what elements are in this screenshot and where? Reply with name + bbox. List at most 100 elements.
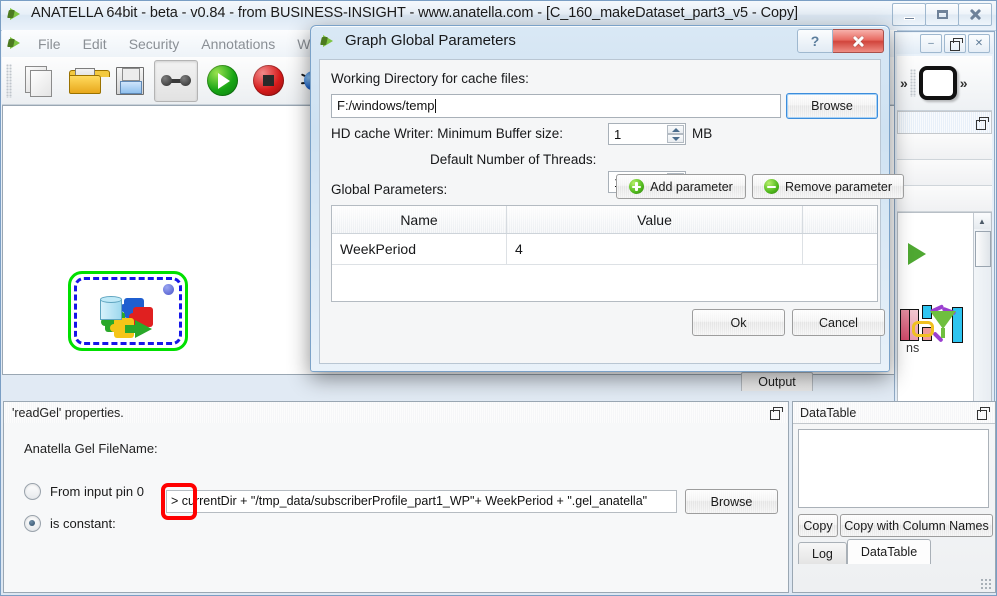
properties-panel-header: 'readGel' properties. [4,402,788,424]
stop-graph-button[interactable] [246,60,290,102]
dialog-title: Graph Global Parameters [345,32,516,49]
datatable-tabs: Log DataTable [798,539,932,564]
hd-cache-buffer-label: HD cache Writer: Minimum Buffer size: [331,126,564,141]
copy-button[interactable]: Copy [798,514,838,537]
mdi-panel-header [897,111,992,134]
tab-output[interactable]: Output [741,372,813,391]
scrollbar-thumb[interactable] [975,231,991,267]
dialog-close-button[interactable] [833,29,884,53]
spinner-down-icon[interactable] [667,134,684,143]
mdi-row[interactable] [897,134,992,160]
resize-grip[interactable] [980,578,991,589]
mdi-child-toolbar: » » [897,56,992,111]
rounded-rect-tool-icon[interactable] [918,66,957,100]
table-header-row: Name Value [332,206,877,234]
mdi-child-caption: – ✕ [896,33,993,54]
restore-icon [949,38,963,51]
gel-dataset-node-icon [97,296,163,338]
menu-file[interactable]: File [27,34,72,54]
anatella-logo-icon [8,7,25,22]
gel-filename-label: Anatella Gel FileName: [24,441,158,456]
menu-annotations[interactable]: Annotations [190,34,286,54]
properties-panel-title: 'readGel' properties. [12,405,124,420]
global-parameters-label: Global Parameters: [331,182,448,197]
menu-security[interactable]: Security [118,34,191,54]
add-parameter-button[interactable]: Add parameter [616,174,746,199]
node-status-dot [163,284,174,295]
remove-parameter-label: Remove parameter [785,179,892,194]
working-directory-browse-button[interactable]: Browse [786,93,878,119]
mdi-toolbar-grip[interactable] [909,69,916,97]
tab-datatable[interactable]: DataTable [846,539,932,564]
gel-browse-button[interactable]: Browse [685,489,778,514]
dialog-caption-buttons: ? [797,29,884,53]
cell-extra[interactable] [803,234,877,264]
cancel-button[interactable]: Cancel [792,309,885,336]
minimize-icon [903,16,915,20]
toolbar-overflow-left-icon[interactable]: » [900,75,908,91]
ok-button[interactable]: Ok [692,309,785,336]
graph-node-readgel[interactable] [68,271,188,351]
mdi-restore-button[interactable] [944,34,966,53]
close-button[interactable] [958,3,992,26]
cell-name[interactable]: WeekPeriod [332,234,507,264]
toolbar-overflow-right-icon[interactable]: » [960,75,968,91]
new-document-icon [25,65,52,97]
working-directory-value: F:/windows/temp [337,98,435,113]
toolbar-grip[interactable] [6,63,12,98]
hd-cache-unit-label: MB [692,126,713,141]
column-header-value: Value [507,206,803,233]
graph-global-parameters-dialog: Graph Global Parameters ? Working Direct… [310,25,904,372]
run-graph-button[interactable] [200,60,244,102]
save-file-button[interactable] [108,60,152,102]
partial-tab-label[interactable]: ns [906,341,919,355]
radio-from-input-pin-label: From input pin 0 [50,484,144,499]
text-caret [434,99,436,113]
tab-log[interactable]: Log [798,542,847,564]
spinner-up-icon[interactable] [667,125,684,134]
menu-edit[interactable]: Edit [72,34,118,54]
datatable-panel: DataTable Copy Copy with Column Names Lo… [792,401,996,593]
close-icon [969,8,982,21]
mdi-row[interactable] [897,186,992,212]
global-parameters-table[interactable]: Name Value WeekPeriod 4 [331,205,878,302]
play-icon [206,65,238,96]
radio-indicator [24,483,41,500]
table-row[interactable]: WeekPeriod 4 [332,234,877,265]
cell-value[interactable]: 4 [507,234,803,264]
datatable-panel-title: DataTable [800,405,857,420]
close-icon [852,35,865,48]
link-icon [161,72,191,90]
undock-icon[interactable] [977,407,990,420]
mdi-minimize-button[interactable]: – [920,34,942,53]
new-document-button[interactable] [16,60,60,102]
radio-is-constant[interactable]: is constant: [24,515,116,532]
maximize-button[interactable] [925,3,959,26]
scroll-up-arrow[interactable]: ▲ [974,213,990,229]
add-parameter-label: Add parameter [650,179,733,194]
filter-node-icon[interactable] [900,304,963,343]
datatable-grid[interactable] [798,429,989,508]
mdi-row[interactable] [897,160,992,186]
menubar-logo-icon [8,36,25,51]
undock-icon[interactable] [770,407,783,420]
constant-expression-input[interactable]: > currentDir + "/tmp_data/subscriberProf… [166,490,677,513]
datatable-buttons: Copy Copy with Column Names [798,514,993,537]
hd-cache-buffer-spinner[interactable]: 1 [608,123,686,145]
mdi-panel-rows [897,134,992,212]
open-file-button[interactable] [62,60,110,102]
remove-parameter-button[interactable]: Remove parameter [752,174,904,199]
minimize-button[interactable] [892,3,926,26]
working-directory-input[interactable]: F:/windows/temp [331,94,781,118]
green-arrow-node-icon[interactable] [908,243,926,265]
undock-icon[interactable] [976,117,989,130]
help-button[interactable]: ? [797,29,833,53]
open-folder-icon [69,67,110,94]
link-nodes-button[interactable] [154,59,198,102]
radio-indicator [24,515,41,532]
mdi-close-button[interactable]: ✕ [968,34,990,53]
copy-with-column-names-button[interactable]: Copy with Column Names [840,514,993,537]
radio-from-input-pin[interactable]: From input pin 0 [24,483,144,500]
floppy-save-icon [116,66,144,95]
minus-circle-icon [764,179,779,194]
